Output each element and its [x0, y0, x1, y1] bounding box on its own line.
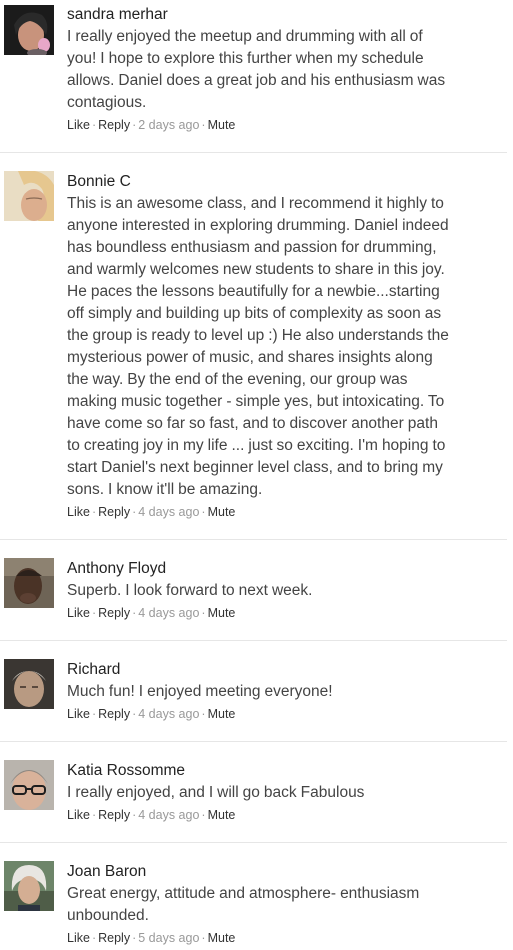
separator-dot: · — [91, 118, 97, 132]
comment-author[interactable]: Joan Baron — [67, 861, 503, 883]
comment-divider — [0, 640, 507, 641]
comment-text-line: has boundless enthusiasm and passion for… — [67, 239, 437, 256]
separator-dot: · — [201, 505, 206, 519]
comment-text: Great energy, attitude and atmosphere- e… — [67, 883, 503, 927]
comment-timestamp: 5 days ago — [138, 931, 200, 945]
user-photo-icon[interactable] — [4, 171, 54, 221]
comment-text: Much fun! I enjoyed meeting everyone! — [67, 681, 503, 703]
mute-link[interactable]: Mute — [208, 808, 236, 822]
comment-text-line: making music together - simple yes, but … — [67, 393, 445, 410]
reply-link[interactable]: Reply — [98, 707, 130, 721]
user-photo-icon[interactable] — [4, 861, 54, 911]
comment-text-line: contagious. — [67, 94, 147, 111]
comment-text-line: to creating joy in my life ... just so e… — [67, 437, 446, 454]
comment-text-line: the way. By the end of the evening, our … — [67, 371, 408, 388]
separator-dot: · — [201, 606, 206, 620]
like-link[interactable]: Like — [67, 118, 90, 132]
comment-author[interactable]: Anthony Floyd — [67, 558, 503, 580]
like-link[interactable]: Like — [67, 808, 90, 822]
separator-dot: · — [91, 931, 97, 945]
comment-author[interactable]: Katia Rossomme — [67, 760, 503, 782]
reply-link[interactable]: Reply — [98, 505, 130, 519]
separator-dot: · — [91, 505, 97, 519]
comment-divider — [0, 842, 507, 843]
comment-author[interactable]: sandra merhar — [67, 4, 503, 26]
separator-dot: · — [91, 606, 97, 620]
mute-link[interactable]: Mute — [208, 707, 236, 721]
user-photo-icon[interactable] — [4, 760, 54, 810]
comment-text-line: sons. I know it'll be amazing. — [67, 481, 263, 498]
comment-divider — [0, 741, 507, 742]
comment-timestamp: 4 days ago — [138, 808, 200, 822]
comment-actions: Like · Reply · 4 days ago · Mute — [67, 605, 503, 621]
comment-actions: Like · Reply · 5 days ago · Mute — [67, 930, 503, 946]
comment-text-line: I really enjoyed the meetup and drumming… — [67, 28, 423, 45]
comment-author[interactable]: Bonnie C — [67, 171, 503, 193]
comment-divider — [0, 539, 507, 540]
comment-text-line: Great energy, attitude and atmosphere- e… — [67, 885, 420, 902]
comment-text-line: I really enjoyed, and I will go back Fab… — [67, 784, 365, 801]
comment-text-line: and warmly welcomes new students to shar… — [67, 261, 445, 278]
separator-dot: · — [91, 808, 97, 822]
reply-link[interactable]: Reply — [98, 808, 130, 822]
comment-actions: Like · Reply · 4 days ago · Mute — [67, 807, 503, 823]
like-link[interactable]: Like — [67, 606, 90, 620]
comment-text-line: anyone interested in exploring drumming.… — [67, 217, 449, 234]
mute-link[interactable]: Mute — [208, 118, 236, 132]
separator-dot: · — [132, 118, 137, 132]
comment-text-line: the group is ready to level up :) He als… — [67, 327, 449, 344]
comment-author[interactable]: Richard — [67, 659, 503, 681]
comment-text-line: He paces the lessons beautifully for a n… — [67, 283, 440, 300]
separator-dot: · — [201, 808, 206, 822]
reply-link[interactable]: Reply — [98, 118, 130, 132]
user-photo-icon[interactable] — [4, 5, 54, 55]
separator-dot: · — [201, 118, 206, 132]
separator-dot: · — [132, 606, 137, 620]
comment-text-line: start Daniel's next beginner level class… — [67, 459, 443, 476]
comment-actions: Like · Reply · 4 days ago · Mute — [67, 706, 503, 722]
comment-timestamp: 4 days ago — [138, 505, 200, 519]
comment-text-line: mysterious power of music, and shares in… — [67, 349, 433, 366]
comment-text: This is an awesome class, and I recommen… — [67, 193, 503, 501]
comment-text: I really enjoyed, and I will go back Fab… — [67, 782, 503, 804]
reply-link[interactable]: Reply — [98, 931, 130, 945]
comment-text: I really enjoyed the meetup and drumming… — [67, 26, 503, 114]
user-photo-icon[interactable] — [4, 659, 54, 709]
like-link[interactable]: Like — [67, 505, 90, 519]
separator-dot: · — [91, 707, 97, 721]
separator-dot: · — [132, 707, 137, 721]
comment-actions: Like · Reply · 2 days ago · Mute — [67, 117, 503, 133]
separator-dot: · — [132, 931, 137, 945]
comment-text-line: This is an awesome class, and I recommen… — [67, 195, 444, 212]
separator-dot: · — [132, 505, 137, 519]
separator-dot: · — [201, 707, 206, 721]
comment-text-line: Much fun! I enjoyed meeting everyone! — [67, 683, 333, 700]
mute-link[interactable]: Mute — [208, 931, 236, 945]
comment-divider — [0, 152, 507, 153]
comment-text-line: Superb. I look forward to next week. — [67, 582, 313, 599]
comment-text: Superb. I look forward to next week. — [67, 580, 503, 602]
reply-link[interactable]: Reply — [98, 606, 130, 620]
mute-link[interactable]: Mute — [208, 606, 236, 620]
separator-dot: · — [132, 808, 137, 822]
comment-timestamp: 2 days ago — [138, 118, 200, 132]
like-link[interactable]: Like — [67, 931, 90, 945]
user-photo-icon[interactable] — [4, 558, 54, 608]
mute-link[interactable]: Mute — [208, 505, 236, 519]
comment-text-line: allows. Daniel does a great job and his … — [67, 72, 446, 89]
comment-actions: Like · Reply · 4 days ago · Mute — [67, 504, 503, 520]
comment-timestamp: 4 days ago — [138, 707, 200, 721]
comment-text-line: you! I hope to explore this further when… — [67, 50, 424, 67]
like-link[interactable]: Like — [67, 707, 90, 721]
comment-timestamp: 4 days ago — [138, 606, 200, 620]
comment-text-line: have come so far so fast, and to discove… — [67, 415, 438, 432]
comment-text-line: off simply and building up bits of compl… — [67, 305, 442, 322]
comment-text-line: unbounded. — [67, 907, 149, 924]
separator-dot: · — [201, 931, 206, 945]
